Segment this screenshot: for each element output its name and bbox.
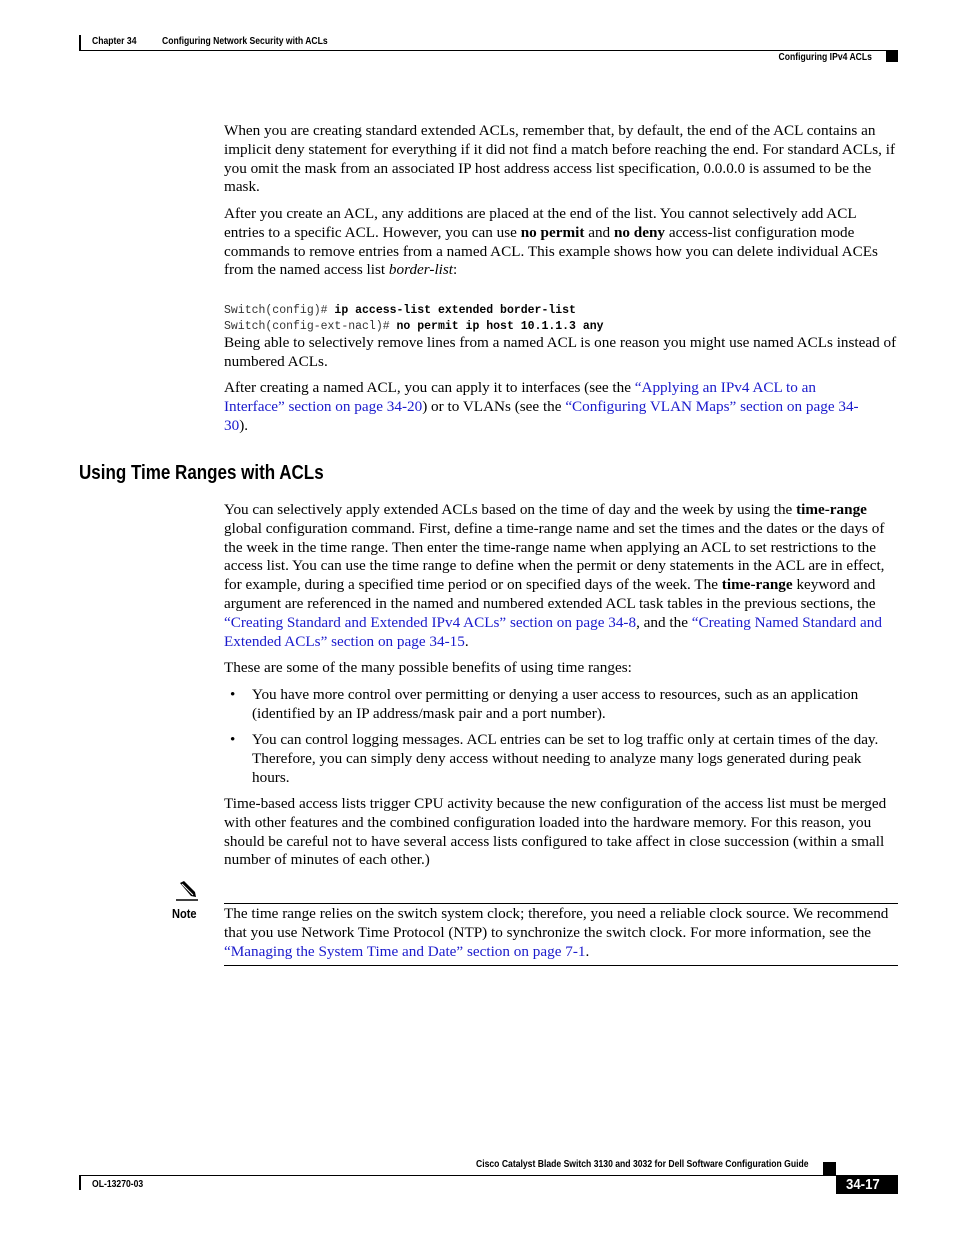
bullet-icon: • — [230, 686, 236, 703]
code-prompt: Switch(config-ext-nacl)# — [224, 320, 397, 333]
footer-page-number: 34-17 — [846, 1176, 880, 1193]
note-label: Note — [172, 906, 197, 921]
text: The time range relies on the switch syst… — [224, 905, 889, 941]
header-chapter: Chapter 34 — [92, 35, 137, 47]
paragraph-text: These are some of the many possible bene… — [224, 659, 632, 676]
footer-guide-title: Cisco Catalyst Blade Switch 3130 and 303… — [476, 1158, 809, 1170]
code-command: ip access-list extended border-list — [334, 304, 576, 317]
text: You can selectively apply extended ACLs … — [224, 501, 797, 518]
paragraph-implicit-deny: When you are creating standard extended … — [224, 122, 898, 197]
link-creating-standard-extended-ipv4-acls[interactable]: “Creating Standard and Extended IPv4 ACL… — [224, 614, 636, 631]
header-left-bar — [79, 35, 81, 51]
paragraph-text: Time-based access lists trigger CPU acti… — [224, 795, 887, 869]
keyword-time-range: time-range — [721, 576, 793, 594]
bullet-text: You can control logging messages. ACL en… — [252, 731, 879, 786]
text: After creating a named ACL, you can appl… — [224, 379, 635, 396]
footer-doc-id: OL-13270-03 — [92, 1178, 144, 1190]
footer-rule — [79, 1175, 898, 1176]
text: , and the — [636, 613, 692, 631]
paragraph-text: Being able to selectively remove lines f… — [224, 334, 897, 370]
text: and — [584, 223, 614, 241]
link-managing-system-time[interactable]: “Managing the System Time and Date” sect… — [224, 943, 585, 960]
code-command: no permit ip host 10.1.1.3 any — [396, 320, 604, 333]
section-heading: Using Time Ranges with ACLs — [79, 462, 324, 484]
text: ) or to VLANs (see the — [422, 397, 566, 415]
bullet-text: You have more control over permitting or… — [252, 686, 859, 722]
acl-name: border-list — [388, 261, 454, 279]
code-line: Switch(config-ext-nacl)# no permit ip ho… — [224, 319, 604, 335]
paragraph-time-range-intro: You can selectively apply extended ACLs … — [224, 501, 898, 651]
header-chapter-title: Configuring Network Security with ACLs — [162, 35, 328, 47]
text: : — [453, 261, 458, 279]
bullet-item: • You have more control over permitting … — [224, 686, 898, 724]
note-top-rule — [224, 903, 898, 904]
text: . — [464, 632, 469, 650]
keyword-no-deny: no deny — [613, 223, 666, 241]
paragraph-named-acls: Being able to selectively remove lines f… — [224, 334, 898, 372]
code-line: Switch(config)# ip access-list extended … — [224, 303, 604, 319]
pencil-icon — [174, 880, 200, 902]
text: ). — [239, 416, 249, 434]
note-bottom-rule — [224, 965, 898, 966]
header-section: Configuring IPv4 ACLs — [778, 51, 872, 63]
paragraph-additions: After you create an ACL, any additions a… — [224, 205, 898, 280]
header-rule — [79, 50, 898, 51]
paragraph-cpu-activity: Time-based access lists trigger CPU acti… — [224, 795, 898, 870]
keyword-time-range: time-range — [796, 501, 867, 518]
text: . — [585, 942, 590, 960]
note-text: The time range relies on the switch syst… — [224, 905, 898, 961]
keyword-no-permit: no permit — [520, 223, 585, 241]
paragraph-apply-acl: After creating a named ACL, you can appl… — [224, 379, 874, 435]
bullet-icon: • — [230, 731, 236, 748]
footer-left-bar — [79, 1175, 81, 1190]
code-prompt: Switch(config)# — [224, 304, 335, 317]
paragraph-text: When you are creating standard extended … — [224, 122, 896, 196]
footer-black-box — [823, 1162, 836, 1175]
paragraph-benefits-intro: These are some of the many possible bene… — [224, 659, 898, 678]
bullet-item: • You can control logging messages. ACL … — [224, 731, 898, 787]
header-black-box — [886, 51, 898, 62]
